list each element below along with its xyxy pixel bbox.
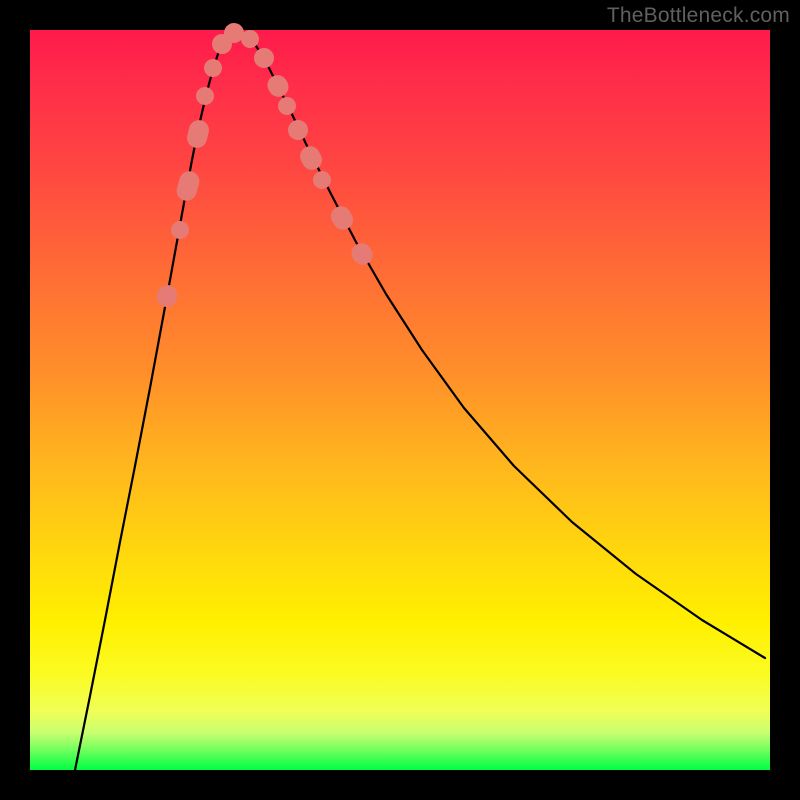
bead-marker <box>250 44 278 72</box>
bead-marker <box>169 219 192 242</box>
bead-marker <box>174 169 201 203</box>
bead-marker <box>275 94 299 118</box>
bead-marker <box>348 239 377 268</box>
plot-area <box>30 30 770 770</box>
bead-marker <box>194 85 215 106</box>
watermark-text: TheBottleneck.com <box>607 4 790 28</box>
bead-marker <box>327 203 357 234</box>
bead-marker <box>310 168 335 193</box>
curve-svg <box>30 30 770 770</box>
bead-marker <box>185 118 211 150</box>
bead-marker <box>203 58 224 79</box>
markers-group <box>154 21 377 309</box>
bottleneck-curve <box>75 32 765 770</box>
bead-marker <box>284 116 311 143</box>
bead-marker <box>264 71 292 100</box>
bead-marker <box>297 143 326 174</box>
outer-black-frame: TheBottleneck.com <box>0 0 800 800</box>
bead-marker <box>154 282 180 310</box>
